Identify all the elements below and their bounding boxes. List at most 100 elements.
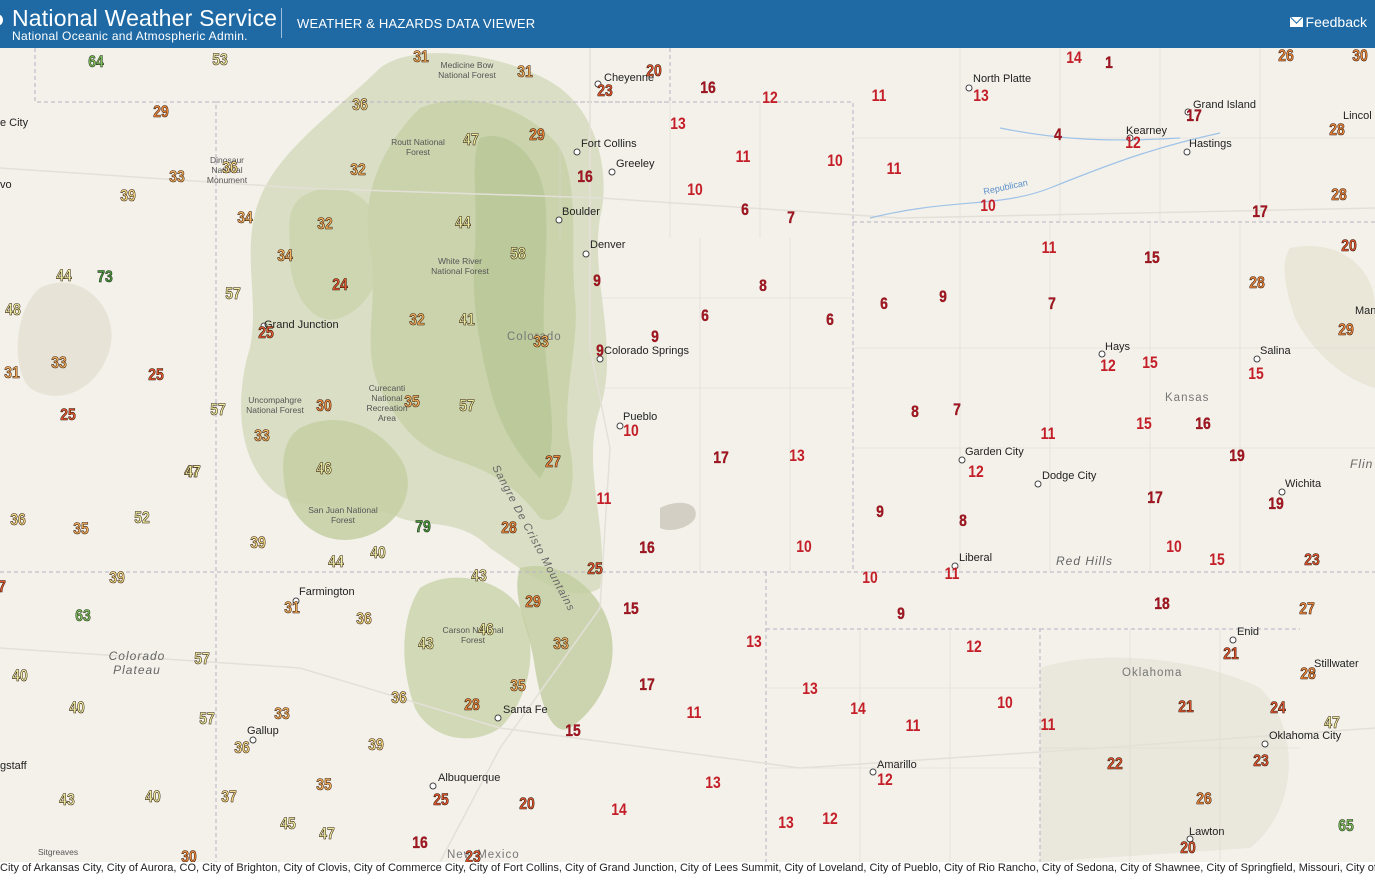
temperature-marker[interactable]: 52 xyxy=(134,508,150,528)
temperature-marker[interactable]: 11 xyxy=(887,159,902,179)
temperature-marker[interactable]: 12 xyxy=(762,88,778,108)
temperature-marker[interactable]: 57 xyxy=(199,709,215,729)
temperature-marker[interactable]: 10 xyxy=(1166,537,1182,557)
temperature-marker[interactable]: 15 xyxy=(1144,248,1160,268)
temperature-marker[interactable]: 11 xyxy=(736,147,751,167)
temperature-marker[interactable]: 28 xyxy=(1300,664,1316,684)
temperature-marker[interactable]: 10 xyxy=(687,180,703,200)
temperature-marker[interactable]: 39 xyxy=(120,186,136,206)
temperature-marker[interactable]: 41 xyxy=(459,310,475,330)
temperature-marker[interactable]: 13 xyxy=(670,114,686,134)
temperature-marker[interactable]: 15 xyxy=(1209,550,1225,570)
temperature-marker[interactable]: 24 xyxy=(1270,698,1286,718)
temperature-marker[interactable]: 48 xyxy=(5,300,21,320)
temperature-marker[interactable]: 9 xyxy=(897,604,905,624)
temperature-marker[interactable]: 28 xyxy=(501,518,517,538)
temperature-marker[interactable]: 39 xyxy=(250,533,266,553)
temperature-marker[interactable]: 22 xyxy=(1107,754,1123,774)
temperature-marker[interactable]: 28 xyxy=(464,695,480,715)
temperature-marker[interactable]: 13 xyxy=(802,679,818,699)
temperature-marker[interactable]: 17 xyxy=(1147,488,1163,508)
temperature-marker[interactable]: 20 xyxy=(1180,838,1196,858)
temperature-marker[interactable]: 8 xyxy=(759,276,767,296)
temperature-marker[interactable]: 35 xyxy=(510,676,526,696)
temperature-marker[interactable]: 7 xyxy=(1048,294,1056,314)
temperature-marker[interactable]: 28 xyxy=(1329,120,1345,140)
temperature-marker[interactable]: 30 xyxy=(181,847,197,862)
temperature-marker[interactable]: 15 xyxy=(623,599,639,619)
temperature-marker[interactable]: 10 xyxy=(862,568,878,588)
temperature-marker[interactable]: 46 xyxy=(316,459,332,479)
temperature-marker[interactable]: 43 xyxy=(418,634,434,654)
temperature-marker[interactable]: 12 xyxy=(966,637,982,657)
nws-logo-icon[interactable] xyxy=(0,14,3,26)
temperature-marker[interactable]: 13 xyxy=(973,86,989,106)
temperature-marker[interactable]: 17 xyxy=(713,448,729,468)
temperature-marker[interactable]: 16 xyxy=(1195,414,1211,434)
temperature-marker[interactable]: 25 xyxy=(258,323,274,343)
temperature-marker[interactable]: 57 xyxy=(194,649,210,669)
temperature-marker[interactable]: 23 xyxy=(1253,751,1269,771)
temperature-marker[interactable]: 36 xyxy=(356,609,372,629)
temperature-marker[interactable]: 32 xyxy=(317,214,333,234)
temperature-marker[interactable]: 32 xyxy=(409,310,425,330)
temperature-marker[interactable]: 19 xyxy=(1268,494,1284,514)
temperature-marker[interactable]: 9 xyxy=(651,327,659,347)
temperature-marker[interactable]: 36 xyxy=(234,738,250,758)
temperature-marker[interactable]: 25 xyxy=(60,405,76,425)
temperature-marker[interactable]: 79 xyxy=(415,517,431,537)
temperature-marker[interactable]: 1 xyxy=(1105,53,1113,73)
temperature-marker[interactable]: 8 xyxy=(959,511,967,531)
temperature-marker[interactable]: 26 xyxy=(1196,789,1212,809)
temperature-marker[interactable]: 47 xyxy=(463,130,479,150)
temperature-marker[interactable]: 65 xyxy=(1338,816,1354,836)
temperature-marker[interactable]: 13 xyxy=(789,446,805,466)
temperature-marker[interactable]: 11 xyxy=(597,489,612,509)
temperature-marker[interactable]: 27 xyxy=(545,452,561,472)
temperature-marker[interactable]: 37 xyxy=(221,787,237,807)
temperature-marker[interactable]: 11 xyxy=(687,703,702,723)
temperature-marker[interactable]: 34 xyxy=(277,246,293,266)
temperature-marker[interactable]: 6 xyxy=(741,200,749,220)
temperature-marker[interactable]: 33 xyxy=(274,704,290,724)
temperature-marker[interactable]: 10 xyxy=(827,151,843,171)
temperature-marker[interactable]: 36 xyxy=(222,158,238,178)
temperature-marker[interactable]: 6 xyxy=(880,294,888,314)
temperature-marker[interactable]: 20 xyxy=(519,794,535,814)
temperature-marker[interactable]: 9 xyxy=(596,341,604,361)
temperature-marker[interactable]: 21 xyxy=(1178,697,1194,717)
temperature-marker[interactable]: 35 xyxy=(73,519,89,539)
temperature-marker[interactable]: 6 xyxy=(701,306,709,326)
temperature-marker[interactable]: 15 xyxy=(565,721,581,741)
temperature-marker[interactable]: 21 xyxy=(1223,644,1239,664)
temperature-marker[interactable]: 33 xyxy=(254,426,270,446)
temperature-marker[interactable]: 7 xyxy=(953,400,961,420)
temperature-marker[interactable]: 33 xyxy=(533,332,549,352)
temperature-marker[interactable]: 20 xyxy=(646,61,662,81)
temperature-marker[interactable]: 11 xyxy=(872,86,887,106)
temperature-marker[interactable]: 35 xyxy=(316,775,332,795)
temperature-marker[interactable]: 6 xyxy=(826,310,834,330)
temperature-marker[interactable]: 29 xyxy=(529,125,545,145)
temperature-marker[interactable]: 11 xyxy=(1041,424,1056,444)
temperature-marker[interactable]: 45 xyxy=(280,814,296,834)
temperature-marker[interactable]: 47 xyxy=(319,824,335,844)
temperature-marker[interactable]: 46 xyxy=(478,620,494,640)
temperature-marker[interactable]: 10 xyxy=(796,537,812,557)
temperature-marker[interactable]: 12 xyxy=(1100,356,1116,376)
temperature-marker[interactable]: 29 xyxy=(1338,320,1354,340)
temperature-marker[interactable]: 15 xyxy=(1142,353,1158,373)
temperature-marker[interactable]: 64 xyxy=(88,52,104,72)
temperature-marker[interactable]: 40 xyxy=(12,666,28,686)
map-canvas[interactable]: Cheyenne North Platte Grand Island Kearn… xyxy=(0,48,1375,862)
temperature-marker[interactable]: 73 xyxy=(97,267,113,287)
temperature-marker[interactable]: 30 xyxy=(316,396,332,416)
temperature-marker[interactable]: 17 xyxy=(1186,106,1202,126)
temperature-marker[interactable]: 31 xyxy=(413,48,429,67)
temperature-marker[interactable]: 44 xyxy=(328,552,344,572)
temperature-marker[interactable]: 12 xyxy=(968,462,984,482)
temperature-marker[interactable]: 33 xyxy=(169,167,185,187)
temperature-marker[interactable]: 29 xyxy=(153,102,169,122)
temperature-marker[interactable]: 17 xyxy=(1252,202,1268,222)
temperature-marker[interactable]: 11 xyxy=(1041,715,1056,735)
